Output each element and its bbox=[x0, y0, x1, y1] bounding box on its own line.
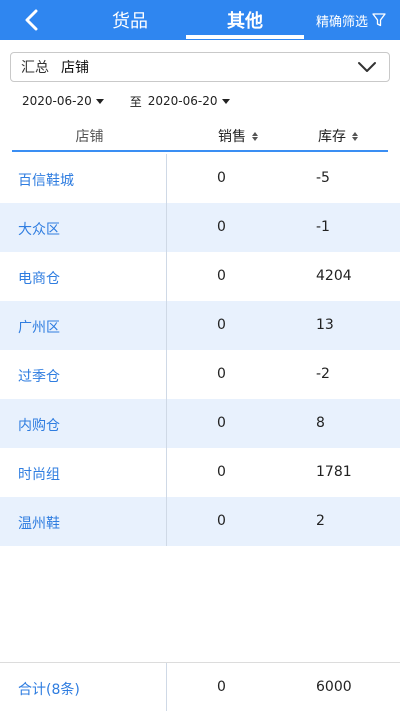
sort-icon bbox=[352, 131, 358, 141]
date-range: 2020-06-20 至 2020-06-20 bbox=[22, 92, 230, 110]
table-row[interactable]: 电商仓 0 4204 bbox=[0, 252, 400, 301]
store-name[interactable]: 电商仓 bbox=[18, 268, 60, 288]
end-date-picker[interactable]: 2020-06-20 bbox=[148, 94, 230, 108]
date-to-label: 至 bbox=[129, 94, 142, 109]
column-header-store: 店铺 bbox=[75, 129, 104, 145]
sales-value: 0 bbox=[217, 170, 226, 186]
summary-label: 汇总 bbox=[21, 60, 49, 76]
table-row[interactable]: 广州区 0 13 bbox=[0, 301, 400, 350]
store-name[interactable]: 广州区 bbox=[18, 317, 60, 337]
column-divider bbox=[166, 663, 167, 711]
summary-dropdown[interactable]: 汇总 店铺 bbox=[10, 52, 390, 82]
sort-icon bbox=[252, 131, 258, 141]
sales-value: 0 bbox=[217, 464, 226, 480]
table-row[interactable]: 大众区 0 -1 bbox=[0, 203, 400, 252]
stock-value: -2 bbox=[316, 366, 330, 382]
chevron-left-icon bbox=[25, 9, 38, 31]
stock-value: 13 bbox=[316, 317, 334, 333]
sales-value: 0 bbox=[217, 219, 226, 235]
column-divider bbox=[166, 154, 167, 546]
end-date: 2020-06-20 bbox=[147, 94, 218, 108]
store-name[interactable]: 大众区 bbox=[18, 219, 60, 239]
stock-value: -1 bbox=[316, 219, 330, 235]
total-sales: 0 bbox=[217, 679, 226, 695]
store-name[interactable]: 时尚组 bbox=[18, 464, 60, 484]
top-bar: 货品 其他 精确筛选 bbox=[0, 0, 400, 40]
caret-down-icon bbox=[95, 98, 104, 104]
table-row[interactable]: 过季仓 0 -2 bbox=[0, 350, 400, 399]
table-header: 店铺 销售 库存 bbox=[12, 122, 388, 152]
summary-value: 店铺 bbox=[61, 60, 89, 76]
precise-filter-button[interactable]: 精确筛选 bbox=[316, 0, 386, 40]
active-tab-indicator bbox=[186, 35, 304, 39]
caret-down-icon bbox=[221, 98, 230, 104]
column-header-stock[interactable]: 库存 bbox=[318, 126, 358, 146]
column-header-stock-label: 库存 bbox=[318, 129, 346, 145]
tab-goods[interactable]: 货品 bbox=[80, 0, 180, 40]
stock-value: 1781 bbox=[316, 464, 352, 480]
start-date-picker[interactable]: 2020-06-20 bbox=[22, 94, 104, 108]
store-name[interactable]: 百信鞋城 bbox=[18, 170, 74, 190]
column-header-sales[interactable]: 销售 bbox=[218, 126, 258, 146]
table-row[interactable]: 百信鞋城 0 -5 bbox=[0, 154, 400, 203]
sales-value: 0 bbox=[217, 268, 226, 284]
column-header-sales-label: 销售 bbox=[218, 129, 246, 145]
table-body: 百信鞋城 0 -5 大众区 0 -1 电商仓 0 4204 广州区 0 13 过… bbox=[0, 154, 400, 546]
table-row[interactable]: 内购仓 0 8 bbox=[0, 399, 400, 448]
back-button[interactable] bbox=[18, 6, 46, 34]
stock-value: -5 bbox=[316, 170, 330, 186]
totals-row: 合计(8条) 0 6000 bbox=[0, 662, 400, 711]
stock-value: 8 bbox=[316, 415, 325, 431]
precise-filter-label: 精确筛选 bbox=[315, 14, 368, 30]
chevron-down-icon bbox=[358, 62, 376, 72]
sales-value: 0 bbox=[217, 513, 226, 529]
total-stock: 6000 bbox=[316, 679, 352, 695]
filter-icon bbox=[372, 13, 386, 27]
stock-value: 4204 bbox=[316, 268, 352, 284]
sales-value: 0 bbox=[217, 317, 226, 333]
total-label: 合计(8条) bbox=[18, 682, 80, 698]
store-name[interactable]: 内购仓 bbox=[18, 415, 60, 435]
sales-value: 0 bbox=[217, 415, 226, 431]
start-date: 2020-06-20 bbox=[22, 94, 92, 108]
store-name[interactable]: 过季仓 bbox=[18, 366, 60, 386]
store-name[interactable]: 温州鞋 bbox=[18, 513, 60, 533]
stock-value: 2 bbox=[316, 513, 325, 529]
tab-other[interactable]: 其他 bbox=[190, 0, 300, 40]
table-row[interactable]: 温州鞋 0 2 bbox=[0, 497, 400, 546]
sales-value: 0 bbox=[217, 366, 226, 382]
table-row[interactable]: 时尚组 0 1781 bbox=[0, 448, 400, 497]
